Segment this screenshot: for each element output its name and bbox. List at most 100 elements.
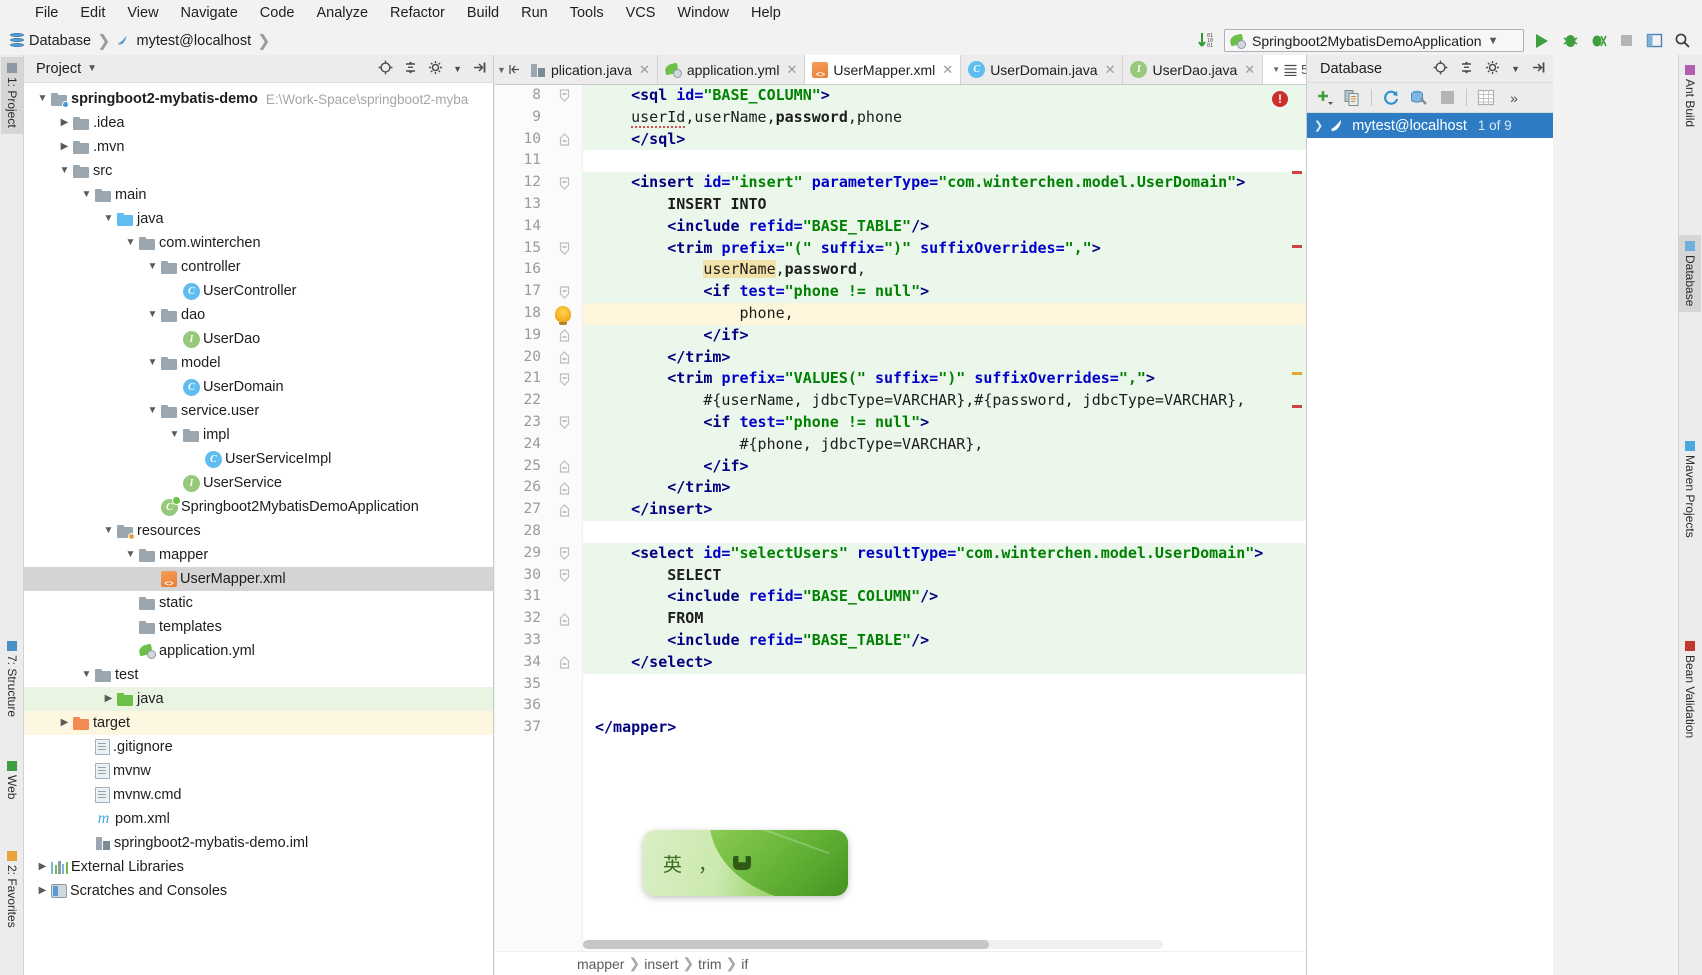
layout-button[interactable]	[1644, 31, 1664, 51]
code-line[interactable]: </sql>	[583, 128, 1306, 151]
code-line[interactable]: </trim>	[583, 477, 1306, 500]
code-line[interactable]: userName,password,	[583, 259, 1306, 282]
editor-gutter[interactable]: 8 9 10 11 12 13 14 15 16 17 18 19 20 21 22 23 24 25 26 27 28…	[495, 85, 583, 975]
tree-row[interactable]: ▼ src	[24, 159, 493, 183]
tree-row[interactable]: ▼ service.user	[24, 399, 493, 423]
tree-expand-toggle[interactable]: ▼	[56, 166, 73, 176]
tree-row[interactable]: C Springboot2MybatisDemoApplication	[24, 495, 493, 519]
code-line[interactable]: </trim>	[583, 346, 1306, 369]
tree-expand-toggle[interactable]: ▼	[78, 670, 95, 680]
run-button[interactable]	[1532, 31, 1552, 51]
tree-row[interactable]: m pom.xml	[24, 807, 493, 831]
code-line[interactable]: INSERT INTO	[583, 193, 1306, 216]
refresh-button[interactable]	[1380, 87, 1402, 109]
ime-punctuation-toggle[interactable]: ，	[698, 850, 717, 877]
menu-item-window[interactable]: Window	[666, 3, 740, 23]
project-tree[interactable]: ▼ springboot2-mybatis-demo E:\Work-Space\s…	[24, 83, 493, 975]
tree-expand-toggle[interactable]: ▶	[56, 718, 73, 728]
tree-row[interactable]: UserMapper.xml	[24, 567, 493, 591]
editor-tab-userdomain-java[interactable]: C UserDomain.java ✕	[961, 55, 1124, 84]
fold-toggle-icon[interactable]	[555, 368, 573, 390]
code-line[interactable]: <sql id="BASE_COLUMN">	[583, 85, 1306, 107]
tree-row[interactable]: ▼ main	[24, 183, 493, 207]
tree-row[interactable]: templates	[24, 615, 493, 639]
tree-row[interactable]: ▼ controller	[24, 255, 493, 279]
editor-breadcrumb-item[interactable]: if	[741, 956, 748, 972]
code-line[interactable]: </if>	[583, 324, 1306, 347]
tree-row[interactable]: .gitignore	[24, 735, 493, 759]
open-console-button[interactable]	[1475, 87, 1497, 109]
tree-row[interactable]: mvnw.cmd	[24, 783, 493, 807]
error-marker[interactable]	[1292, 245, 1302, 248]
menu-item-help[interactable]: Help	[740, 3, 792, 23]
code-line[interactable]	[583, 521, 1306, 543]
tool-tab-project[interactable]: 1: Project	[1, 57, 23, 134]
code-line[interactable]: userId,userName,password,phone	[583, 106, 1306, 129]
editor-tab-overflow[interactable]: ▼ 5	[1263, 55, 1306, 84]
close-icon[interactable]: ✕	[786, 62, 797, 78]
fold-toggle-icon[interactable]	[555, 85, 573, 107]
hide-panel-icon[interactable]	[472, 60, 487, 78]
tree-expand-toggle[interactable]: ▼	[122, 550, 139, 560]
tree-row[interactable]: C UserServiceImpl	[24, 447, 493, 471]
code-line[interactable]: <include refid="BASE_TABLE"/>	[583, 629, 1306, 652]
fold-toggle-icon[interactable]	[555, 652, 573, 674]
code-line[interactable]: phone,	[583, 302, 1306, 325]
code-line[interactable]: <if test="phone != null">	[583, 281, 1306, 303]
tree-row[interactable]: ▼ java	[24, 207, 493, 231]
editor-breadcrumb-item[interactable]: mapper	[577, 956, 624, 972]
sort-numeric-icon[interactable]: 01 10 01	[1196, 31, 1216, 51]
more-actions-button[interactable]: »	[1503, 87, 1525, 109]
code-line[interactable]: </select>	[583, 651, 1306, 674]
error-marker[interactable]	[1292, 171, 1302, 174]
tool-tab-beanvalidation[interactable]: Bean Validation	[1679, 635, 1701, 744]
stop-button[interactable]	[1436, 87, 1458, 109]
code-folding-column[interactable]	[555, 85, 573, 739]
tree-expand-toggle[interactable]: ▼	[78, 190, 95, 200]
tree-row[interactable]: springboot2-mybatis-demo.iml	[24, 831, 493, 855]
menu-item-navigate[interactable]: Navigate	[170, 3, 249, 23]
menu-item-analyze[interactable]: Analyze	[305, 3, 379, 23]
menu-item-vcs[interactable]: VCS	[615, 3, 667, 23]
chevron-down-icon[interactable]: ▼	[1488, 35, 1499, 47]
tree-expand-toggle[interactable]: ▶	[34, 886, 51, 896]
tree-row[interactable]: ▼ resources	[24, 519, 493, 543]
tree-expand-toggle[interactable]: ▼	[100, 526, 117, 536]
debug-button[interactable]	[1560, 31, 1580, 51]
chevron-down-icon[interactable]: ▼	[87, 63, 97, 74]
editor-tab-application-yml[interactable]: application.yml ✕	[658, 55, 806, 84]
fold-toggle-icon[interactable]	[555, 565, 573, 587]
tree-expand-toggle[interactable]: ▶	[56, 142, 73, 152]
tree-expand-toggle[interactable]: ▼	[166, 430, 183, 440]
code-line[interactable]: <if test="phone != null">	[583, 411, 1306, 434]
code-line[interactable]	[583, 695, 1306, 717]
tree-expand-toggle[interactable]: ▼	[100, 214, 117, 224]
close-icon[interactable]: ✕	[942, 62, 953, 78]
tree-row[interactable]: application.yml	[24, 639, 493, 663]
gear-icon[interactable]	[428, 60, 443, 78]
fold-toggle-icon[interactable]	[555, 499, 573, 521]
warning-marker[interactable]	[1292, 372, 1302, 375]
tree-row[interactable]: ▶ .mvn	[24, 135, 493, 159]
editor-tab-userdao-java[interactable]: I UserDao.java ✕	[1123, 55, 1264, 84]
tree-row[interactable]: ▼ mapper	[24, 543, 493, 567]
close-icon[interactable]: ✕	[639, 62, 650, 78]
code-line[interactable]: </mapper>	[583, 717, 1306, 739]
locate-icon[interactable]	[378, 60, 393, 78]
tree-row[interactable]: ▼ dao	[24, 303, 493, 327]
tree-row[interactable]: C UserDomain	[24, 375, 493, 399]
code-editor[interactable]: 8 9 10 11 12 13 14 15 16 17 18 19 20 21 22 23 24 25 26 27 28…	[495, 85, 1306, 975]
tree-row[interactable]: C UserController	[24, 279, 493, 303]
error-status-badge[interactable]: !	[1272, 91, 1288, 107]
gear-icon[interactable]	[1485, 60, 1500, 78]
horizontal-scrollbar[interactable]	[583, 940, 1163, 949]
tree-row[interactable]: ▼ impl	[24, 423, 493, 447]
code-line[interactable]	[583, 150, 1306, 172]
fold-toggle-icon[interactable]	[555, 477, 573, 499]
fold-toggle-icon[interactable]	[555, 238, 573, 260]
code-line[interactable]: <trim prefix="(" suffix=")" suffixOverri…	[583, 237, 1306, 260]
editor-breadcrumb-item[interactable]: trim	[698, 956, 721, 972]
tab-scroll-left-icon[interactable]: ▼	[495, 55, 523, 84]
tree-expand-toggle[interactable]: ▶	[100, 694, 117, 704]
editor-breadcrumb[interactable]: mapper ❯ insert ❯ trim ❯ if	[495, 951, 1306, 975]
